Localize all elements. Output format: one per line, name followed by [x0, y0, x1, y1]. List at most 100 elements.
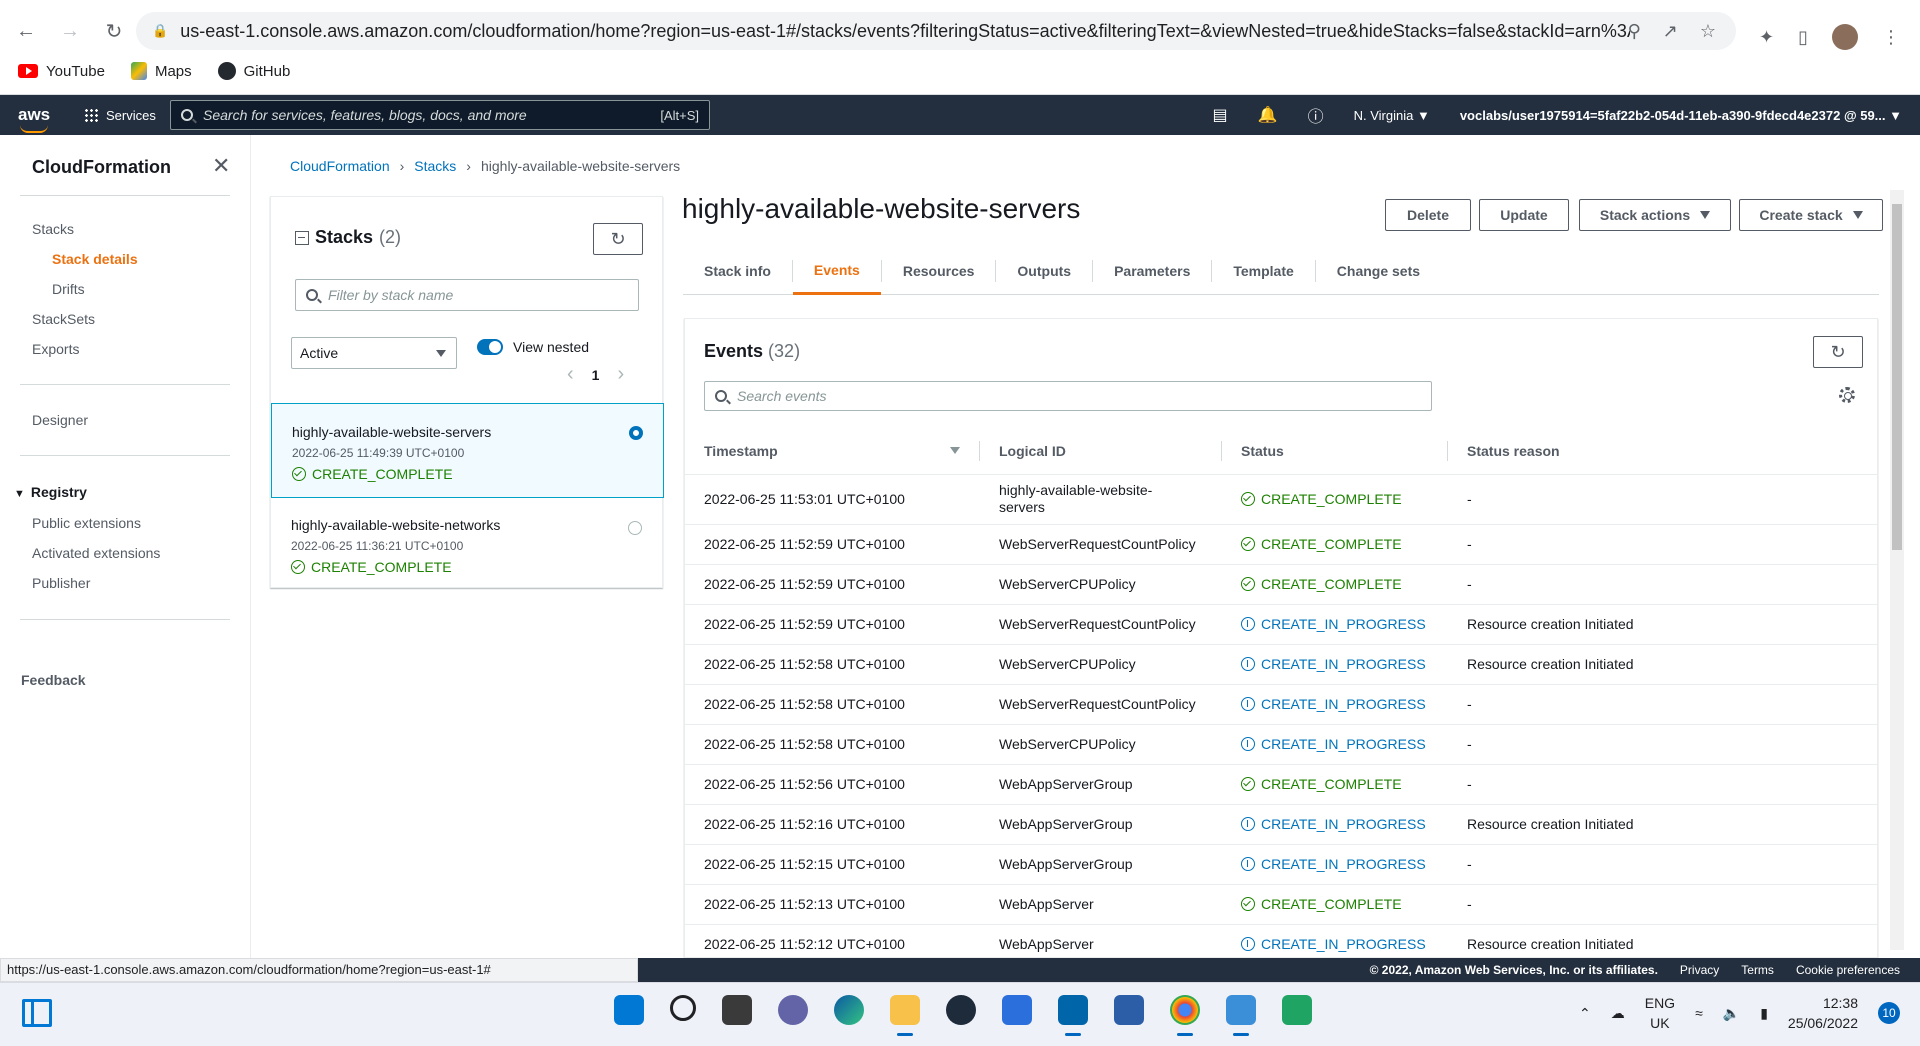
table-row[interactable]: 2022-06-25 11:52:15 UTC+0100 WebAppServer… [685, 844, 1877, 885]
side-panel-icon[interactable]: ▯ [1798, 27, 1808, 48]
services-menu[interactable]: Services [84, 108, 156, 123]
sidebar-item-designer[interactable]: Designer [32, 412, 88, 428]
task-view-icon[interactable] [722, 995, 752, 1025]
profile-avatar[interactable] [1832, 24, 1858, 50]
table-row[interactable]: 2022-06-25 11:52:56 UTC+0100 WebAppServer… [685, 764, 1877, 805]
terms-link[interactable]: Terms [1741, 963, 1774, 977]
app-icon[interactable] [946, 995, 976, 1025]
table-row[interactable]: 2022-06-25 11:52:12 UTC+0100 WebAppServer… [685, 924, 1877, 957]
column-header-logical-id[interactable]: Logical ID [980, 428, 1222, 475]
column-header-status-reason[interactable]: Status reason [1448, 428, 1877, 475]
table-row[interactable]: 2022-06-25 11:52:13 UTC+0100 WebAppServer… [685, 884, 1877, 925]
close-icon[interactable]: ✕ [212, 153, 230, 179]
bookmark-github[interactable]: GitHub [217, 62, 290, 80]
breadcrumb-cloudformation[interactable]: CloudFormation [290, 158, 390, 174]
chevron-right-icon[interactable]: › [617, 363, 624, 386]
start-icon[interactable] [614, 995, 644, 1025]
stack-card-servers[interactable]: highly-available-website-servers 2022-06… [271, 403, 664, 498]
cloudshell-icon[interactable]: ▤ [1213, 105, 1228, 125]
feedback-link[interactable]: Feedback [21, 672, 86, 688]
events-search-input[interactable]: Search events [704, 381, 1432, 411]
sidebar-item-public-extensions[interactable]: Public extensions [32, 515, 141, 531]
create-stack-button[interactable]: Create stack [1739, 199, 1883, 231]
table-row[interactable]: 2022-06-25 11:52:59 UTC+0100 WebServerReq… [685, 604, 1877, 645]
sidebar-item-drifts[interactable]: Drifts [52, 281, 85, 297]
table-row[interactable]: 2022-06-25 11:52:16 UTC+0100 WebAppServer… [685, 804, 1877, 845]
table-row[interactable]: 2022-06-25 11:52:58 UTC+0100 WebServerCPU… [685, 724, 1877, 765]
tab-change-sets[interactable]: Change sets [1316, 247, 1441, 295]
sidebar-item-stacks[interactable]: Stacks [32, 221, 74, 237]
notepad-icon[interactable] [1282, 995, 1312, 1025]
stack-name[interactable]: highly-available-website-servers [292, 424, 643, 440]
address-bar[interactable]: 🔒 us-east-1.console.aws.amazon.com/cloud… [136, 12, 1736, 50]
tab-outputs[interactable]: Outputs [996, 247, 1092, 295]
privacy-link[interactable]: Privacy [1680, 963, 1719, 977]
stack-card-networks[interactable]: highly-available-website-networks 2022-0… [271, 497, 662, 575]
reload-icon[interactable]: ↻ [96, 13, 132, 49]
view-nested-toggle[interactable]: View nested [477, 339, 589, 355]
sidebar-item-exports[interactable]: Exports [32, 341, 79, 357]
update-button[interactable]: Update [1479, 199, 1569, 231]
account-menu[interactable]: voclabs/user1975914=5faf22b2-054d-11eb-a… [1460, 108, 1902, 123]
address-url[interactable]: us-east-1.console.aws.amazon.com/cloudfo… [180, 21, 1630, 42]
sidebar-item-stack-details[interactable]: Stack details [52, 251, 138, 267]
chevron-left-icon[interactable]: ‹ [567, 363, 574, 386]
stack-filter-input[interactable]: Filter by stack name [295, 279, 639, 311]
star-icon[interactable]: ☆ [1700, 21, 1716, 42]
breadcrumb-stacks[interactable]: Stacks [414, 158, 456, 174]
teams-chat-icon[interactable] [778, 995, 808, 1025]
sidebar-item-stacksets[interactable]: StackSets [32, 311, 95, 327]
table-row[interactable]: 2022-06-25 11:53:01 UTC+0100 highly-avail… [685, 474, 1877, 525]
status-text[interactable]: CREATE_IN_PROGRESS [1261, 736, 1426, 752]
events-refresh-button[interactable]: ↻ [1813, 336, 1863, 368]
powershell-icon[interactable] [1114, 995, 1144, 1025]
stack-status-select[interactable]: Active [291, 337, 457, 369]
table-row[interactable]: 2022-06-25 11:52:59 UTC+0100 WebServerCPU… [685, 564, 1877, 605]
back-icon[interactable]: ← [8, 13, 44, 49]
stack-actions-button[interactable]: Stack actions [1579, 199, 1731, 231]
tab-stack-info[interactable]: Stack info [683, 247, 792, 295]
wifi-icon[interactable]: ≈ [1695, 1005, 1703, 1021]
notifications-bell-icon[interactable]: 🔔 [1258, 105, 1278, 125]
status-text[interactable]: CREATE_IN_PROGRESS [1261, 656, 1426, 672]
table-row[interactable]: 2022-06-25 11:52:59 UTC+0100 WebServerReq… [685, 524, 1877, 565]
clock[interactable]: 12:38 25/06/2022 [1788, 993, 1858, 1033]
stack-name[interactable]: highly-available-website-networks [291, 517, 642, 533]
tab-parameters[interactable]: Parameters [1093, 247, 1211, 295]
status-text[interactable]: CREATE_IN_PROGRESS [1261, 696, 1426, 712]
scrollbar-thumb[interactable] [1892, 204, 1902, 550]
photos-icon[interactable] [1226, 995, 1256, 1036]
gear-icon[interactable] [1839, 387, 1855, 403]
tab-events[interactable]: Events [792, 247, 881, 295]
extensions-icon[interactable]: ✦ [1759, 27, 1774, 48]
store-icon[interactable] [1002, 995, 1032, 1025]
file-explorer-icon[interactable] [890, 995, 920, 1036]
search-icon[interactable] [670, 995, 696, 1021]
page-number[interactable]: 1 [592, 367, 600, 383]
stack-radio[interactable] [628, 521, 642, 535]
sidebar-section-registry[interactable]: ▼ Registry [14, 484, 87, 500]
share-icon[interactable]: ↗ [1663, 21, 1678, 42]
language-indicator[interactable]: ENG UK [1645, 993, 1675, 1033]
volume-icon[interactable]: 🔈 [1723, 1005, 1740, 1022]
stacks-refresh-button[interactable]: ↻ [593, 223, 643, 255]
stack-radio-selected[interactable] [629, 426, 643, 440]
chrome-icon[interactable] [1170, 995, 1200, 1036]
status-text[interactable]: CREATE_IN_PROGRESS [1261, 856, 1426, 872]
page-scrollbar[interactable] [1890, 190, 1904, 950]
aws-logo[interactable]: aws [18, 105, 52, 133]
aws-search-input[interactable]: Search for services, features, blogs, do… [170, 100, 710, 130]
bookmark-maps[interactable]: Maps [130, 62, 192, 80]
status-text[interactable]: CREATE_IN_PROGRESS [1261, 936, 1426, 952]
table-row[interactable]: 2022-06-25 11:52:58 UTC+0100 WebServerReq… [685, 684, 1877, 725]
chevron-up-icon[interactable]: ⌃ [1579, 1005, 1591, 1022]
tab-template[interactable]: Template [1212, 247, 1314, 295]
onedrive-icon[interactable]: ☁ [1611, 1005, 1625, 1022]
bookmark-youtube[interactable]: YouTube [18, 63, 105, 80]
cookie-preferences-link[interactable]: Cookie preferences [1796, 963, 1900, 977]
tab-resources[interactable]: Resources [882, 247, 996, 295]
forward-icon[interactable]: → [52, 13, 88, 49]
menu-icon[interactable]: ⋮ [1882, 27, 1900, 48]
delete-button[interactable]: Delete [1385, 199, 1471, 231]
column-header-timestamp[interactable]: Timestamp [685, 428, 980, 475]
